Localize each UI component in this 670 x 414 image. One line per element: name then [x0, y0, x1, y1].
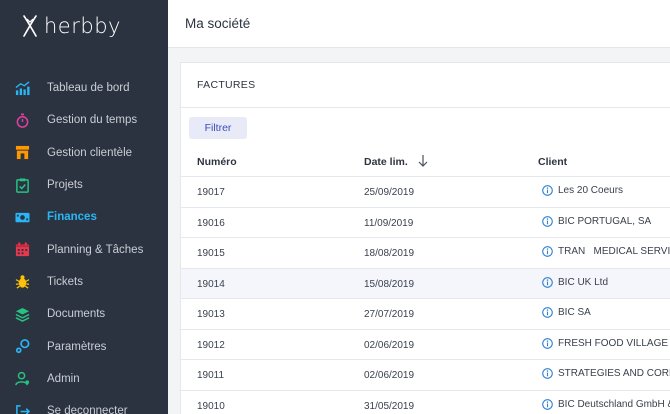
- info-icon[interactable]: [542, 185, 553, 196]
- cell-date: 18/08/2019: [364, 248, 415, 259]
- cell-client: TRAN MEDICAL SERVIC: [542, 246, 670, 257]
- table-row[interactable]: 19012 02/06/2019 FRESH FOOD VILLAGE: [181, 329, 670, 360]
- column-header-date[interactable]: Date lim.: [364, 156, 408, 168]
- calendar-icon: [15, 242, 30, 257]
- cell-numero: 19013: [197, 309, 225, 320]
- sidebar-item-label: Documents: [47, 308, 106, 321]
- cell-client: STRATEGIES AND CORP.: [542, 368, 670, 379]
- cell-client: BIC UK Ltd: [542, 277, 608, 288]
- table-row[interactable]: 19017 25/09/2019 Les 20 Coeurs: [181, 177, 670, 208]
- cell-client: BIC PORTUGAL, SA: [542, 216, 651, 227]
- invoices-title: FACTURES: [197, 79, 256, 91]
- client-name: BIC UK Ltd: [558, 276, 609, 288]
- sidebar-item-gestion-du-temps[interactable]: Gestion du temps: [0, 104, 168, 136]
- client-name: Les 20 Coeurs: [558, 185, 624, 196]
- client-name: BIC PORTUGAL, SA: [558, 215, 652, 227]
- client-name: TRAN MEDICAL SERVIC: [558, 246, 670, 257]
- cell-numero: 19011: [197, 370, 225, 381]
- client-name: BIC SA: [558, 307, 591, 318]
- chart-icon: [15, 81, 30, 96]
- sidebar-item-label: Projets: [47, 179, 83, 192]
- client-name: FRESH FOOD VILLAGE: [558, 337, 669, 349]
- clipboard-check-icon: [15, 178, 30, 193]
- sidebar-item-label: Tableau de bord: [47, 82, 130, 95]
- invoices-table-body: 19017 25/09/2019 Les 20 Coeurs 19016 11/…: [181, 177, 670, 414]
- info-icon[interactable]: [542, 337, 553, 349]
- sidebar-nav: Tableau de bord Gestion du temps Gestion…: [0, 72, 168, 414]
- storefront-icon: [15, 145, 30, 160]
- sidebar-item-label: Finances: [47, 211, 97, 224]
- cell-numero: 19010: [197, 400, 225, 412]
- cell-date: 15/08/2019: [364, 278, 415, 290]
- sidebar-item-admin[interactable]: Admin: [0, 363, 168, 395]
- logo-icon: [23, 15, 37, 37]
- cell-client: BIC Deutschland GmbH &: [542, 399, 670, 410]
- sidebar-item-tableau-de-bord[interactable]: Tableau de bord: [0, 72, 168, 104]
- money-icon: [15, 210, 30, 225]
- sidebar-item-projets[interactable]: Projets: [0, 169, 168, 201]
- table-row[interactable]: 19016 11/09/2019 BIC PORTUGAL, SA: [181, 207, 670, 238]
- cell-numero: 19017: [197, 187, 225, 198]
- cell-client: BIC SA: [542, 307, 591, 318]
- page-title: Ma société: [185, 16, 251, 31]
- cell-numero: 19015: [197, 248, 225, 259]
- info-icon[interactable]: [542, 215, 553, 227]
- table-row[interactable]: 19010 31/05/2019 BIC Deutschland GmbH &: [181, 390, 670, 414]
- cell-date: 02/06/2019: [364, 339, 415, 351]
- sidebar-item-label: Se deconnecter: [47, 405, 128, 414]
- table-row[interactable]: 19013 27/07/2019 BIC SA: [181, 299, 670, 330]
- sidebar-item-documents[interactable]: Documents: [0, 298, 168, 330]
- column-header-numero[interactable]: Numéro: [197, 156, 237, 168]
- sidebar-item-gestion-clientele[interactable]: Gestion clientèle: [0, 137, 168, 169]
- sidebar-item-label: Paramètres: [47, 340, 107, 353]
- sidebar-item-label: Tickets: [47, 275, 83, 288]
- cell-date: 02/06/2019: [364, 370, 415, 381]
- settings-icon: [15, 339, 30, 354]
- cell-date: 25/09/2019: [364, 187, 415, 198]
- table-row[interactable]: 19011 02/06/2019 STRATEGIES AND CORP.: [181, 360, 670, 391]
- sidebar-item-se-deconnecter[interactable]: Se deconnecter: [0, 395, 168, 414]
- sidebar-item-tickets[interactable]: Tickets: [0, 266, 168, 298]
- user-icon: [15, 371, 30, 386]
- logo-text: herbby: [44, 14, 121, 38]
- sidebar-item-label: Admin: [47, 372, 80, 385]
- top-bar: Ma société: [168, 0, 670, 48]
- sidebar-item-label: Gestion du temps: [47, 114, 138, 127]
- info-icon[interactable]: [542, 276, 553, 288]
- cell-date: 31/05/2019: [364, 400, 415, 412]
- cell-date: 27/07/2019: [364, 309, 415, 320]
- cell-numero: 19014: [197, 278, 225, 290]
- bug-icon: [15, 274, 30, 289]
- client-name: BIC Deutschland GmbH &: [558, 398, 670, 410]
- card-header: FACTURES: [181, 63, 670, 108]
- layers-icon: [15, 307, 30, 322]
- column-header-client[interactable]: Client: [538, 156, 567, 168]
- sidebar-item-parametres[interactable]: Paramètres: [0, 330, 168, 362]
- client-name: STRATEGIES AND CORP.: [558, 368, 670, 379]
- info-icon[interactable]: [542, 246, 553, 257]
- cell-numero: 19016: [197, 217, 225, 229]
- info-icon[interactable]: [542, 398, 553, 410]
- arrow-down-icon[interactable]: [417, 154, 429, 168]
- sidebar: herbby Tableau de bord Gestion du temps …: [0, 0, 168, 414]
- cell-client: Les 20 Coeurs: [542, 185, 623, 196]
- sidebar-item-finances[interactable]: Finances: [0, 201, 168, 233]
- sidebar-item-planning-taches[interactable]: Planning & Tâches: [0, 233, 168, 265]
- cell-client: FRESH FOOD VILLAGE: [542, 338, 668, 349]
- sidebar-item-label: Planning & Tâches: [47, 243, 144, 256]
- filter-button[interactable]: Filtrer: [189, 117, 247, 139]
- info-icon[interactable]: [542, 307, 553, 318]
- app-logo[interactable]: herbby: [22, 12, 121, 40]
- table-header: Numéro Date lim. Client: [181, 147, 670, 177]
- stopwatch-icon: [15, 113, 30, 128]
- logout-icon: [15, 404, 30, 414]
- invoices-card: FACTURES Filtrer Numéro Date lim. Client…: [180, 62, 670, 414]
- cell-date: 11/09/2019: [364, 217, 414, 229]
- table-row[interactable]: 19014 15/08/2019 BIC UK Ltd: [181, 268, 670, 299]
- table-row[interactable]: 19015 18/08/2019 TRAN MEDICAL SERVIC: [181, 238, 670, 269]
- sidebar-item-label: Gestion clientèle: [47, 146, 133, 159]
- info-icon[interactable]: [542, 368, 553, 379]
- cell-numero: 19012: [197, 339, 225, 351]
